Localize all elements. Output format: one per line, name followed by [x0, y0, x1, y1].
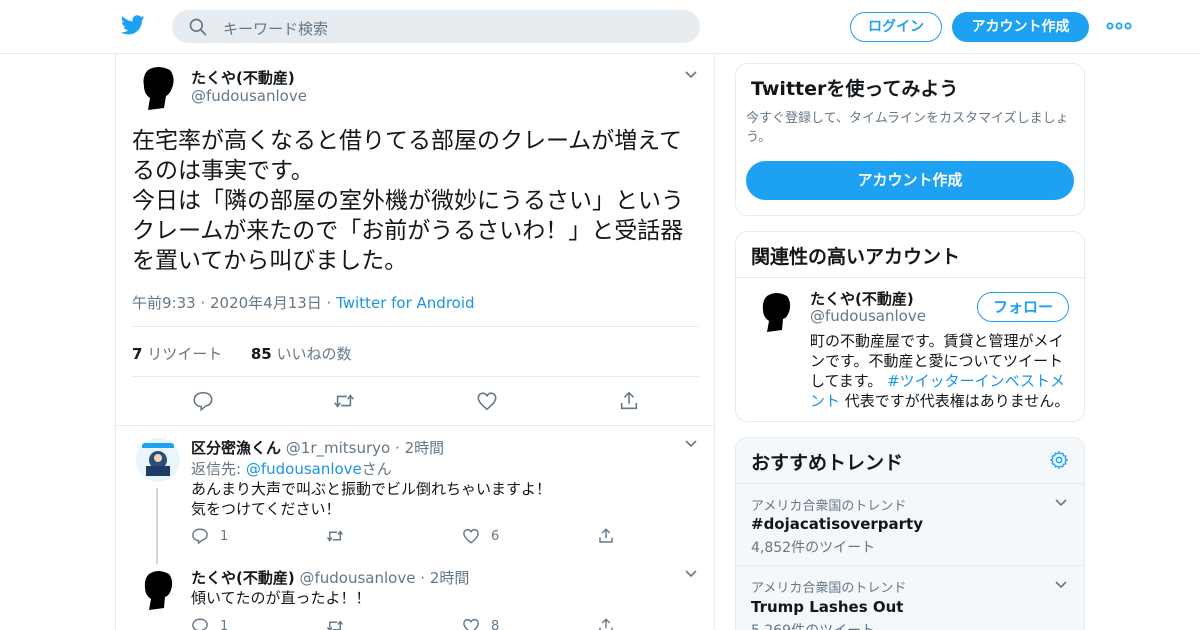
- reply-dot: ·: [395, 439, 400, 457]
- like-icon[interactable]: [462, 617, 480, 630]
- tweet-text: 在宅率が高くなると借りてる部屋のクレームが増えて るのは事実です。 今日は「隣の…: [132, 126, 702, 276]
- reply-to-line: 返信先: @fudousanloveさん: [191, 460, 392, 478]
- tweet-author-name[interactable]: たくや(不動産): [191, 67, 295, 88]
- divider: [736, 277, 1084, 278]
- avatar[interactable]: [754, 290, 798, 334]
- card-title: 関連性の高いアカウント: [751, 246, 961, 268]
- share-icon[interactable]: [618, 390, 640, 412]
- trend-name[interactable]: #dojacatisoverparty: [751, 515, 923, 533]
- search-icon: [189, 18, 207, 36]
- twitter-bird-icon[interactable]: [120, 13, 146, 37]
- retweets-stat[interactable]: 7 リツイート: [132, 345, 222, 363]
- signup-button[interactable]: アカウント作成: [952, 12, 1089, 42]
- avatar[interactable]: [136, 568, 180, 612]
- share-icon[interactable]: [597, 617, 615, 630]
- account-handle[interactable]: @fudousanlove: [810, 307, 926, 325]
- chevron-down-icon[interactable]: [684, 68, 698, 82]
- reply-text: あんまり大声で叫ぶと振動でビル倒れちゃいますよ！ 気をつけてください！: [191, 480, 552, 518]
- tweet-text-line: クレームが来たので「お前がうるさいわ！」と受話器: [132, 218, 684, 244]
- account-bio: 町の不動産屋です。賃貸と管理がメインです。不動産と愛についてツイートしてます。 …: [810, 332, 1070, 410]
- avatar[interactable]: [136, 438, 180, 482]
- related-accounts-card: 関連性の高いアカウント たくや(不動産) @fudousanlove フォロー …: [735, 231, 1085, 422]
- reply-time[interactable]: 2時間: [405, 439, 445, 457]
- retweet-icon[interactable]: [326, 527, 344, 545]
- avatar[interactable]: [134, 64, 182, 112]
- reply-icon[interactable]: [191, 617, 209, 630]
- trend-count: 5,269件のツイート: [751, 620, 875, 630]
- reply-count: 1: [220, 619, 229, 630]
- reply-dot: ·: [420, 569, 426, 587]
- tweet-text-line: るのは事実です。: [132, 158, 314, 184]
- reply-author-handle[interactable]: @fudousanlove: [300, 569, 416, 587]
- tweet-text-line: 在宅率が高くなると借りてる部屋のクレームが増えて: [132, 128, 683, 154]
- chevron-down-icon[interactable]: [684, 567, 698, 581]
- reply-icon[interactable]: [191, 527, 209, 545]
- trends-card: おすすめトレンド アメリカ合衆国のトレンド #dojacatisoverpart…: [735, 437, 1085, 630]
- chevron-down-icon[interactable]: [1054, 496, 1068, 510]
- tweet-timestamp[interactable]: 午前9:33 · 2020年4月13日 ·: [132, 294, 336, 312]
- like-count: 6: [491, 529, 500, 544]
- trend-location: アメリカ合衆国のトレンド: [751, 499, 907, 514]
- reply-count: 1: [220, 529, 229, 544]
- thread-connector: [156, 488, 158, 564]
- divider: [132, 326, 699, 327]
- reply-author-handle[interactable]: @1r_mitsuryo: [286, 439, 390, 457]
- card-title: おすすめトレンド: [751, 452, 904, 474]
- divider: [116, 425, 714, 426]
- trend-name[interactable]: Trump Lashes Out: [751, 598, 903, 616]
- tweet-text-line: を置いてから叫びました。: [132, 248, 408, 274]
- login-button[interactable]: ログイン: [850, 12, 942, 42]
- more-dots-icon[interactable]: [1104, 17, 1134, 35]
- reply-author-name[interactable]: たくや(不動産): [191, 569, 295, 587]
- search-input[interactable]: キーワード検索: [172, 10, 700, 43]
- tweet-text-line: 今日は「隣の部屋の室外機が微妙にうるさい」という: [132, 188, 684, 214]
- follow-button[interactable]: フォロー: [977, 292, 1069, 322]
- chevron-down-icon[interactable]: [684, 437, 698, 451]
- card-description: 今すぐ登録して、タイムラインをカスタマイズしましょう。: [746, 111, 1069, 145]
- likes-stat[interactable]: 85 いいねの数: [251, 345, 352, 363]
- divider: [736, 565, 1084, 566]
- reply-header: たくや(不動産) @fudousanlove · 2時間: [191, 567, 469, 588]
- search-placeholder: キーワード検索: [223, 20, 329, 38]
- like-count: 8: [491, 619, 500, 630]
- main-column: たくや(不動産) @fudousanlove 在宅率が高くなると借りてる部屋のク…: [115, 54, 715, 630]
- divider: [132, 376, 699, 377]
- trend-location: アメリカ合衆国のトレンド: [751, 581, 907, 596]
- like-icon[interactable]: [462, 527, 480, 545]
- reply-to-mention[interactable]: @fudousanlove: [246, 460, 362, 478]
- chevron-down-icon[interactable]: [1054, 578, 1068, 592]
- reply-text: 傾いてたのが直ったよ！！: [191, 589, 371, 607]
- tweet-author-handle[interactable]: @fudousanlove: [191, 87, 307, 105]
- retweet-icon[interactable]: [333, 390, 355, 412]
- retweet-icon[interactable]: [326, 617, 344, 630]
- account-name[interactable]: たくや(不動産): [810, 288, 914, 309]
- reply-author-name[interactable]: 区分密漁くん: [191, 439, 281, 457]
- card-title: Twitterを使ってみよう: [751, 78, 959, 100]
- reply-header: 区分密漁くん @1r_mitsuryo · 2時間: [191, 437, 444, 458]
- trend-count: 4,852件のツイート: [751, 540, 876, 556]
- divider: [736, 483, 1084, 484]
- tweet-metadata: 午前9:33 · 2020年4月13日 · Twitter for Androi…: [132, 292, 475, 313]
- signup-cta-button[interactable]: アカウント作成: [746, 161, 1074, 200]
- reply-time[interactable]: 2時間: [430, 569, 470, 587]
- like-icon[interactable]: [476, 390, 498, 412]
- top-bar: キーワード検索 ログイン アカウント作成: [0, 0, 1200, 54]
- signup-card: Twitterを使ってみよう 今すぐ登録して、タイムラインをカスタマイズしましょ…: [735, 63, 1085, 216]
- reply-icon[interactable]: [192, 390, 214, 412]
- share-icon[interactable]: [597, 527, 615, 545]
- tweet-stats: 7 リツイート 85 いいねの数: [132, 343, 352, 364]
- tweet-source-link[interactable]: Twitter for Android: [336, 294, 474, 312]
- gear-icon[interactable]: [1049, 450, 1069, 470]
